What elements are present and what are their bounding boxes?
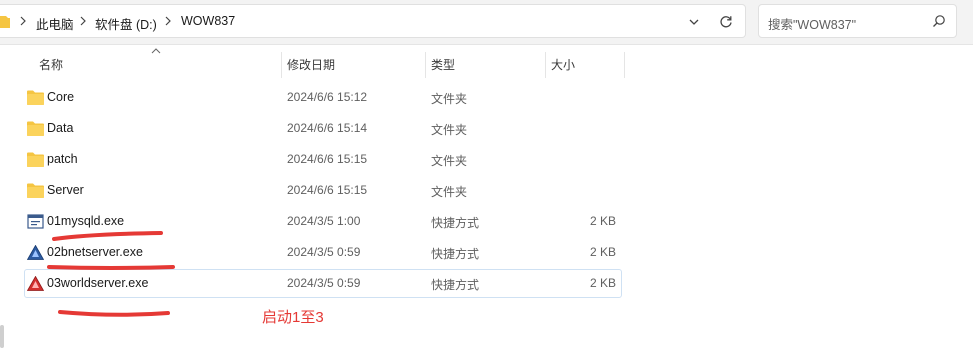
file-name[interactable]: 01mysqld.exe — [47, 214, 124, 228]
column-header-size[interactable]: 大小 — [551, 56, 575, 73]
search-box[interactable]: 搜索"WOW837" — [758, 4, 957, 38]
file-modified: 2024/3/5 1:00 — [287, 214, 361, 228]
address-bar[interactable]: 此电脑 软件盘 (D:) WOW837 — [0, 4, 746, 38]
file-name[interactable]: patch — [47, 152, 78, 166]
chevron-right-icon[interactable] — [18, 16, 28, 26]
address-toolbar: 此电脑 软件盘 (D:) WOW837 搜索"WOW837" — [0, 0, 973, 45]
refresh-icon[interactable] — [716, 12, 736, 32]
file-modified: 2024/6/6 15:14 — [287, 121, 368, 135]
folder-icon — [27, 121, 44, 136]
search-placeholder[interactable]: 搜索"WOW837" — [768, 14, 856, 33]
breadcrumb-current-folder[interactable]: WOW837 — [181, 14, 235, 28]
file-modified: 2024/3/5 0:59 — [287, 245, 361, 259]
file-row[interactable]: patch 2024/6/6 15:15 文件夹 — [24, 145, 622, 174]
breadcrumb-this-pc[interactable]: 此电脑 — [36, 14, 74, 33]
file-modified: 2024/6/6 15:15 — [287, 183, 368, 197]
folder-icon — [0, 16, 10, 28]
column-header-name[interactable]: 名称 — [39, 56, 63, 73]
column-divider[interactable] — [545, 52, 546, 78]
folder-icon — [27, 90, 44, 105]
file-type: 快捷方式 — [431, 247, 480, 261]
column-header-modified[interactable]: 修改日期 — [287, 56, 335, 73]
column-divider[interactable] — [281, 52, 282, 78]
file-row[interactable]: Core 2024/6/6 15:12 文件夹 — [24, 83, 622, 112]
bnet-shortcut-icon — [27, 245, 44, 260]
search-icon[interactable] — [932, 14, 946, 28]
app-shortcut-icon — [27, 214, 44, 229]
file-name[interactable]: Server — [47, 183, 84, 197]
annotation-underline — [58, 310, 170, 317]
file-name[interactable]: Core — [47, 90, 74, 104]
file-row[interactable]: Server 2024/6/6 15:15 文件夹 — [24, 176, 622, 205]
file-size: 2 KB — [589, 214, 616, 228]
file-modified: 2024/3/5 0:59 — [287, 276, 361, 290]
chevron-down-icon[interactable] — [684, 12, 704, 32]
file-name[interactable]: Data — [47, 121, 73, 135]
file-size: 2 KB — [589, 245, 616, 259]
file-size: 2 KB — [589, 276, 616, 290]
world-shortcut-icon — [27, 276, 44, 291]
column-divider[interactable] — [624, 52, 625, 78]
column-divider[interactable] — [425, 52, 426, 78]
file-modified: 2024/6/6 15:12 — [287, 90, 368, 104]
folder-icon — [27, 183, 44, 198]
file-type: 文件夹 — [431, 92, 468, 106]
file-type: 文件夹 — [431, 154, 468, 168]
sort-ascending-icon — [151, 48, 161, 54]
scrollbar-thumb[interactable] — [0, 325, 4, 348]
file-row[interactable]: Data 2024/6/6 15:14 文件夹 — [24, 114, 622, 143]
file-type: 文件夹 — [431, 185, 468, 199]
file-name[interactable]: 02bnetserver.exe — [47, 245, 143, 259]
annotation-underline — [52, 231, 163, 241]
file-modified: 2024/6/6 15:15 — [287, 152, 368, 166]
chevron-right-icon[interactable] — [163, 16, 173, 26]
file-type: 文件夹 — [431, 123, 468, 137]
chevron-right-icon[interactable] — [78, 16, 88, 26]
file-type: 快捷方式 — [431, 278, 480, 292]
annotation-underline — [47, 265, 175, 270]
file-type: 快捷方式 — [431, 216, 480, 230]
file-row-selected[interactable]: 03worldserver.exe 2024/3/5 0:59 快捷方式 2 K… — [24, 269, 622, 298]
folder-icon — [27, 152, 44, 167]
annotation-text: 启动1至3 — [262, 309, 324, 326]
breadcrumb-drive-d[interactable]: 软件盘 (D:) — [95, 14, 157, 33]
column-header-type[interactable]: 类型 — [431, 56, 455, 73]
file-name[interactable]: 03worldserver.exe — [47, 276, 148, 290]
